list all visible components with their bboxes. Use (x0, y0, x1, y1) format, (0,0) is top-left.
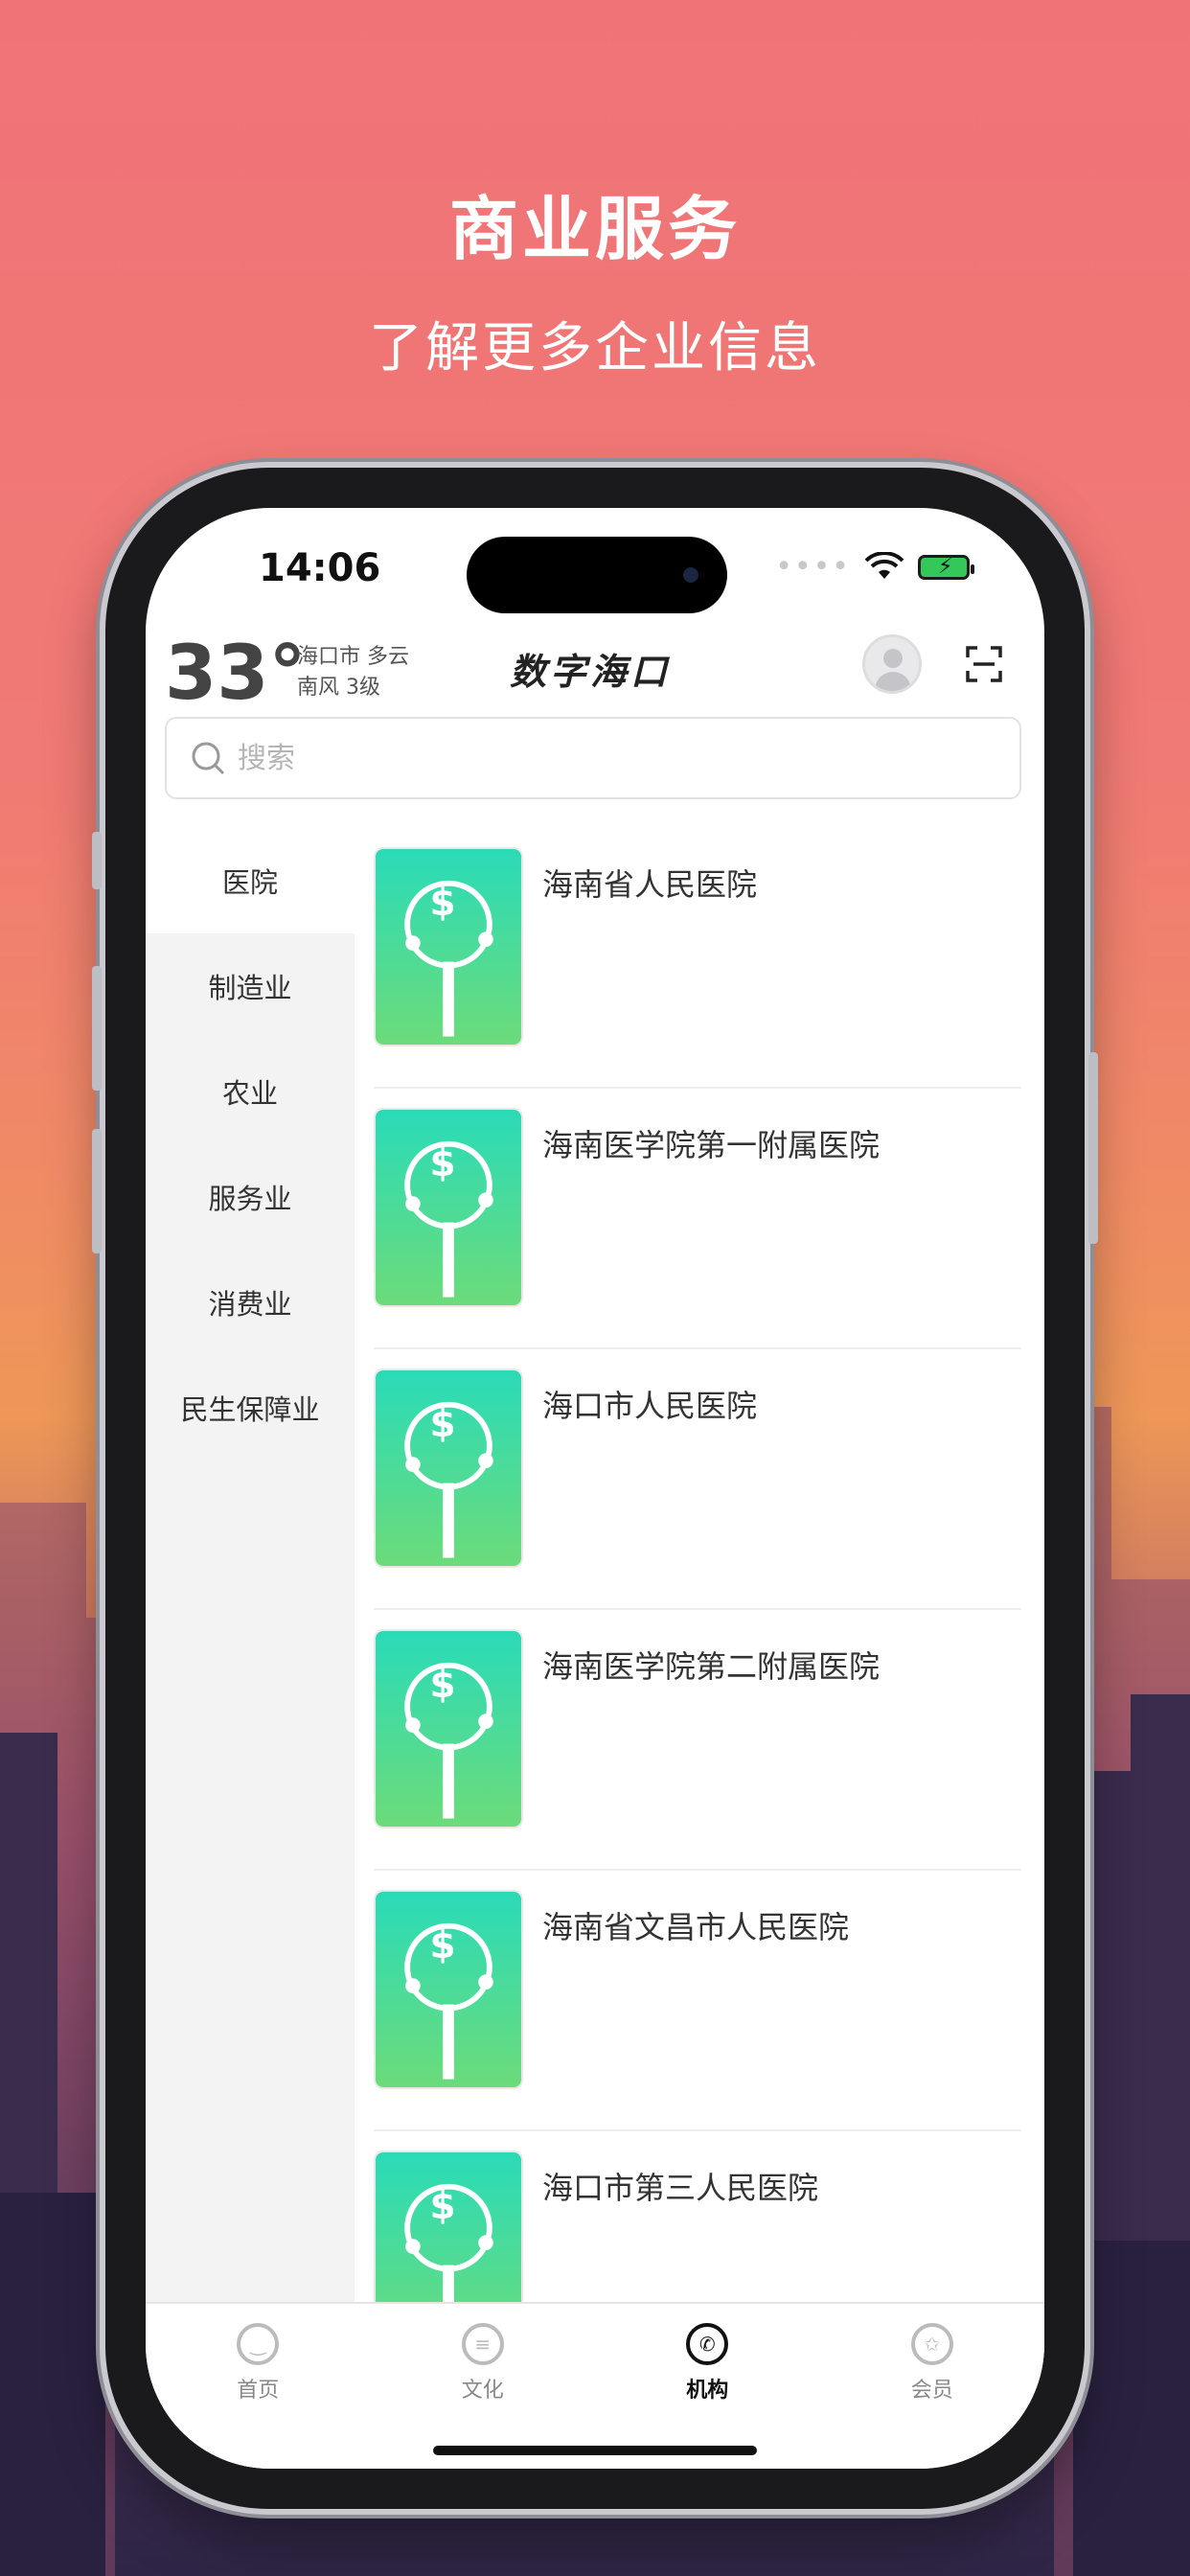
search-icon (192, 742, 225, 775)
list-item[interactable]: $ 海南医学院第二附属医院 (374, 1610, 1021, 1871)
tab-culture[interactable]: ≡ 文化 (371, 2304, 596, 2469)
list-item[interactable]: $ 海南省人民医院 (374, 828, 1021, 1089)
institution-name: 海南省人民医院 (542, 866, 758, 903)
money-tree-thumbnail: $ (374, 1629, 523, 1828)
temperature: 33° (165, 631, 307, 717)
avatar-body-icon (875, 672, 911, 691)
category-hospital[interactable]: 医院 (146, 828, 355, 933)
list-item[interactable]: $ 海南医学院第一附属医院 (374, 1089, 1021, 1349)
category-sidebar: 医院 制造业 农业 服务业 消费业 民生保障业 (146, 828, 355, 2302)
tab-label: 机构 (686, 2379, 729, 2403)
battery-icon: ⚡ (918, 554, 974, 580)
promo-title: 商业服务 (448, 189, 741, 269)
category-livelihood[interactable]: 民生保障业 (146, 1355, 355, 1460)
dynamic-island (467, 537, 727, 613)
svg-text:$: $ (430, 1142, 456, 1185)
search-bar[interactable] (165, 717, 1021, 799)
phone-volume-up (92, 966, 102, 1091)
category-service[interactable]: 服务业 (146, 1144, 355, 1250)
weather-wind: 南风 3级 (297, 676, 380, 700)
culture-icon: ≡ (461, 2323, 504, 2365)
app-screen: 14:06 •••• ⚡ 33° 海口市 多云 南风 3级 数字海口 搜索 医院… (146, 508, 1044, 2469)
app-title: 数字海口 (510, 650, 672, 693)
category-consumer[interactable]: 消费业 (146, 1250, 355, 1355)
signal-icon: •••• (775, 550, 851, 584)
tab-label: 会员 (910, 2379, 953, 2403)
money-tree-thumbnail: $ (374, 1108, 523, 1307)
tab-institution[interactable]: ✆ 机构 (595, 2304, 820, 2469)
promo-subtitle: 了解更多企业信息 (369, 317, 821, 380)
money-tree-thumbnail: $ (374, 847, 523, 1046)
institution-list: $ 海南省人民医院 $ 海南医学院第一附属医院 $ 海口市人民医院 $ 海南医学… (374, 828, 1021, 2392)
tab-label: 文化 (461, 2379, 504, 2403)
category-agriculture[interactable]: 农业 (146, 1039, 355, 1144)
svg-text:$: $ (430, 882, 456, 925)
money-tree-thumbnail: $ (374, 1368, 523, 1568)
home-indicator[interactable] (433, 2446, 757, 2455)
svg-text:$: $ (430, 2185, 456, 2228)
institution-icon: ✆ (686, 2323, 729, 2365)
tab-home[interactable]: ‿ 首页 (146, 2304, 371, 2469)
phone-power-button (1088, 1052, 1098, 1244)
list-item[interactable]: $ 海南省文昌市人民医院 (374, 1871, 1021, 2131)
money-tree-thumbnail: $ (374, 1890, 523, 2089)
status-time: 14:06 (259, 546, 381, 590)
institution-name: 海南医学院第二附属医院 (542, 1648, 881, 1685)
weather-city: 海口市 多云 (297, 645, 409, 669)
list-item[interactable]: $ 海口市人民医院 (374, 1349, 1021, 1610)
avatar[interactable] (862, 634, 922, 694)
member-icon: ✩ (910, 2323, 953, 2365)
svg-text:$: $ (430, 1403, 456, 1446)
camera-icon (683, 567, 698, 583)
tab-bar: ‿ 首页 ≡ 文化 ✆ 机构 ✩ 会员 (146, 2302, 1044, 2469)
category-manufacturing[interactable]: 制造业 (146, 933, 355, 1039)
search-input[interactable] (236, 740, 910, 776)
home-icon: ‿ (237, 2323, 280, 2365)
phone-mute-switch (92, 832, 102, 889)
phone-frame: 14:06 •••• ⚡ 33° 海口市 多云 南风 3级 数字海口 搜索 医院… (92, 468, 1098, 2509)
status-icons: •••• ⚡ (775, 550, 974, 584)
institution-name: 海南省文昌市人民医院 (542, 1909, 850, 1945)
wifi-icon (864, 551, 904, 579)
svg-text:$: $ (430, 1924, 456, 1967)
tab-member[interactable]: ✩ 会员 (820, 2304, 1045, 2469)
tab-label: 首页 (237, 2379, 280, 2403)
phone-volume-down (92, 1129, 102, 1254)
institution-name: 海南医学院第一附属医院 (542, 1127, 881, 1163)
weather-info: 海口市 多云 南风 3级 (297, 642, 409, 703)
avatar-head-icon (883, 649, 903, 668)
scan-icon[interactable] (966, 646, 1002, 682)
svg-text:$: $ (430, 1664, 456, 1707)
institution-name: 海口市人民医院 (542, 1388, 758, 1424)
